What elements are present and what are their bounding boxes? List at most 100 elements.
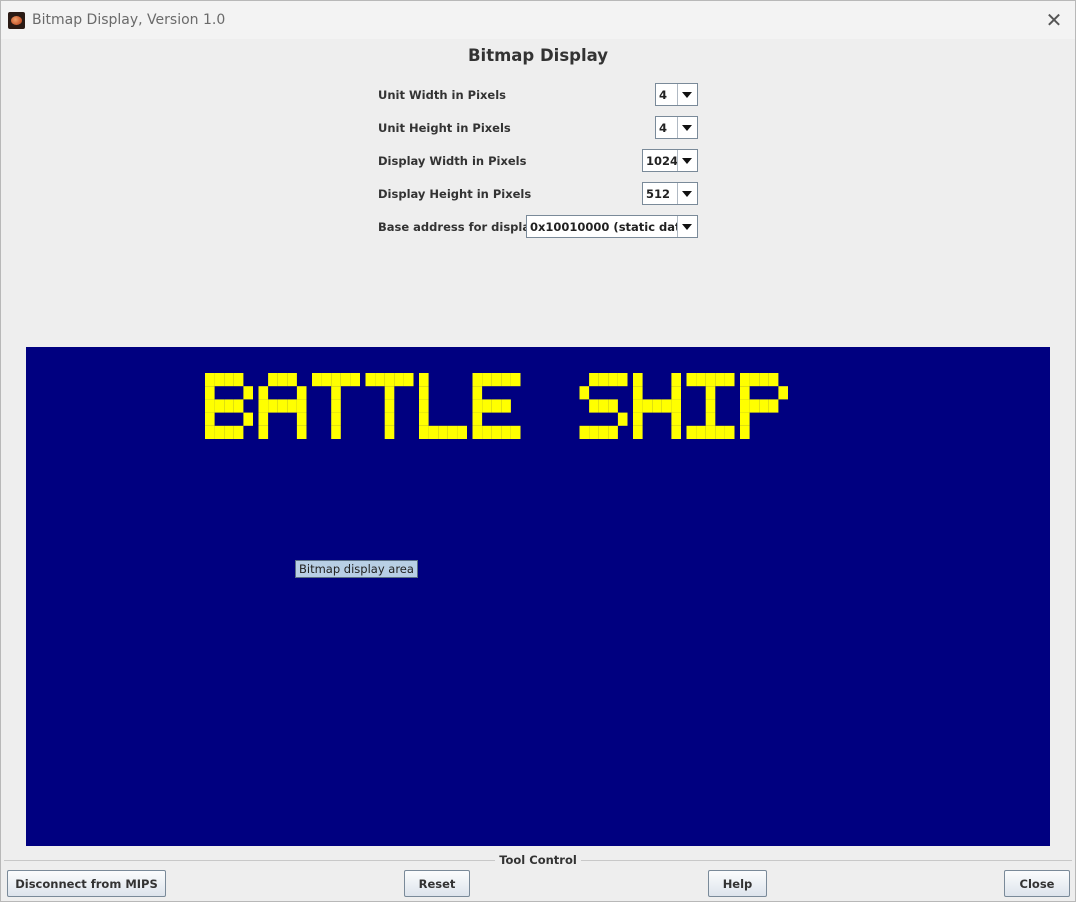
pixel [510,425,521,439]
glyph-a [258,373,307,439]
pixel [384,412,395,426]
display-width-select[interactable]: 1024 [642,149,698,172]
pixel [724,373,735,387]
pixel [501,425,511,439]
pixel [686,425,697,439]
pixel [277,399,288,413]
pixel [705,373,716,387]
pixel [224,373,234,387]
pixel [579,386,590,400]
pixel [705,399,716,413]
pixel [205,373,215,387]
pixel [438,425,448,439]
pixel [633,386,643,400]
pixel [419,425,429,439]
glyph-l [419,373,467,439]
pixel [633,425,643,439]
pixel [589,373,599,387]
pixel [268,399,278,413]
pixel [768,373,779,387]
close-button[interactable]: Close [1004,870,1070,897]
base-address-label: Base address for display [378,220,538,234]
unit-height-label: Unit Height in Pixels [378,121,511,135]
pixel [652,399,662,413]
pixel [419,386,429,400]
pixel [589,399,599,413]
pixel [365,373,376,387]
pixel [205,399,215,413]
pixel [671,373,681,387]
pixel [296,399,307,413]
glyph-h [633,373,681,439]
pixel [740,386,750,400]
help-button[interactable]: Help [708,870,767,897]
pixel [205,412,215,426]
chevron-down-icon[interactable] [677,150,697,171]
pixel [501,373,511,387]
pixel [287,399,297,413]
pixel [321,373,332,387]
close-icon[interactable]: ✕ [1043,9,1065,31]
pixel [510,373,521,387]
pixel [384,373,395,387]
pixel [671,425,681,439]
pixel [633,399,643,413]
pixel [205,425,215,439]
pixel [214,373,225,387]
unit-width-select[interactable]: 4 [655,83,698,106]
pixel [258,386,269,400]
glyph-t [312,373,360,439]
pixel [661,399,672,413]
pixel [258,412,269,426]
pixel [331,399,341,413]
pixel [491,373,502,387]
pixel [419,399,429,413]
pixel [472,386,483,400]
pixel [759,399,769,413]
title-bar: Bitmap Display, Version 1.0 ✕ [1,1,1075,39]
chevron-down-icon[interactable] [677,216,697,237]
pixel [749,373,760,387]
glyph-s [579,373,628,439]
pixel [472,425,483,439]
bitmap-display-area: Bitmap display area [26,347,1050,846]
pixel [447,425,458,439]
pixel [375,373,385,387]
pixel [214,399,225,413]
unit-width-label: Unit Width in Pixels [378,88,507,102]
pixel [205,386,215,400]
pixel [403,373,414,387]
unit-height-select[interactable]: 4 [655,116,698,139]
pixel [384,425,395,439]
pixel [671,399,681,413]
pixel [296,412,307,426]
panel-title: Bitmap Display [467,46,609,65]
pixel [296,386,307,400]
reset-button[interactable]: Reset [404,870,470,897]
pixel [608,399,618,413]
chevron-down-icon[interactable] [677,84,697,105]
pixel [419,373,429,387]
pixel [579,425,590,439]
chevron-down-icon[interactable] [677,117,697,138]
unit-width-value: 4 [659,88,668,102]
base-address-select[interactable]: 0x10010000 (static data) [526,215,698,238]
pixel [740,412,750,426]
window-title: Bitmap Display, Version 1.0 [32,12,226,28]
pixel [287,373,297,387]
pixel [482,399,492,413]
glyph-t [365,373,414,439]
pixel [224,425,234,439]
pixel [724,425,735,439]
pixel [778,386,788,400]
display-height-select[interactable]: 512 [642,182,698,205]
disconnect-button[interactable]: Disconnect from MIPS [7,870,166,897]
pixel [224,399,234,413]
pixel [705,425,716,439]
chevron-down-icon[interactable] [677,183,697,204]
pixel [457,425,467,439]
pixel [384,386,395,400]
pixel [233,373,244,387]
pixel [598,373,609,387]
unit-height-value: 4 [659,121,668,135]
